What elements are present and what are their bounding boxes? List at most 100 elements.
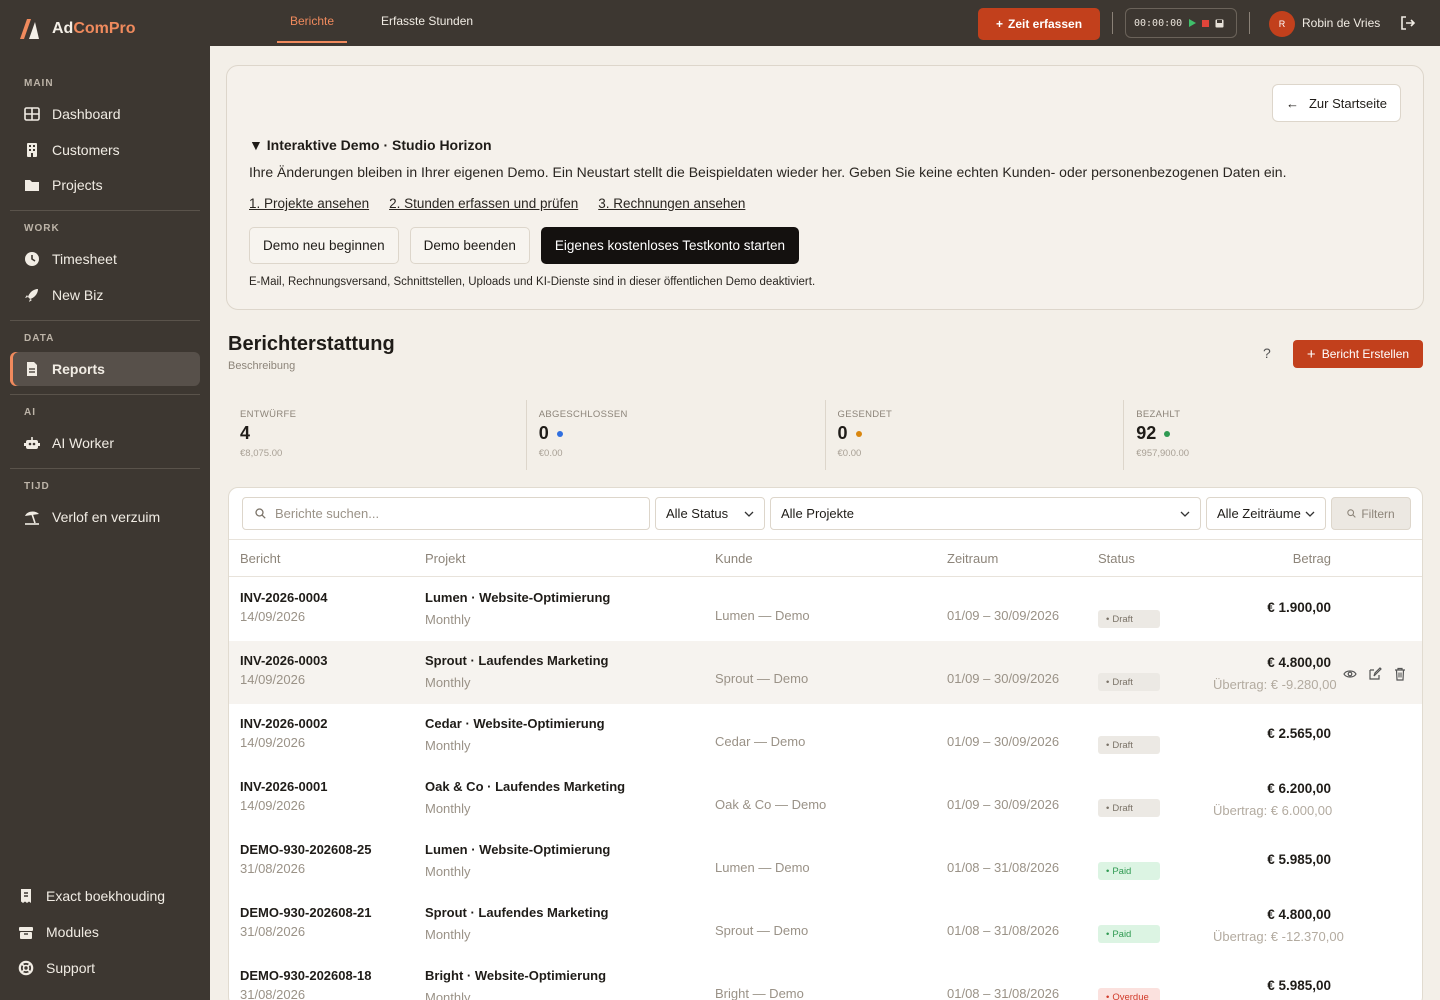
report-amount: € 4.800,00 — [1267, 655, 1331, 670]
status-select[interactable]: Alle Status — [655, 497, 765, 530]
demo-note: E-Mail, Rechnungsversand, Schnittstellen… — [249, 276, 816, 288]
sidebar-item-dashboard[interactable]: Dashboard — [10, 97, 200, 131]
column-header-period[interactable]: Zeitraum — [947, 551, 998, 566]
link-log-hours[interactable]: 2. Stunden erfassen und prüfen — [389, 196, 578, 211]
column-header-project[interactable]: Projekt — [425, 551, 465, 566]
report-id[interactable]: INV-2026-0003 — [240, 653, 327, 668]
column-header-status[interactable]: Status — [1098, 551, 1135, 566]
report-id[interactable]: INV-2026-0001 — [240, 779, 327, 794]
status-badge: • Draft — [1098, 610, 1160, 628]
project-frequency: Monthly — [425, 990, 471, 1000]
end-demo-button[interactable]: Demo beenden — [409, 227, 530, 264]
column-header-report[interactable]: Bericht — [240, 551, 280, 566]
sidebar-item-ai-worker[interactable]: AI Worker — [10, 426, 200, 460]
filter-button-label: Filtern — [1361, 506, 1395, 521]
logout-icon[interactable] — [1400, 15, 1416, 31]
brand[interactable]: AdComPro — [0, 0, 210, 58]
period-select[interactable]: Alle Zeiträume — [1206, 497, 1326, 530]
back-to-start-button[interactable]: ← Zur Startseite — [1271, 84, 1401, 122]
sidebar-divider — [10, 210, 200, 211]
eye-icon[interactable] — [1343, 667, 1357, 681]
report-date: 14/09/2026 — [240, 609, 306, 624]
sidebar-item-new-biz[interactable]: New Biz — [10, 278, 200, 312]
stat-card-bezahlt: BEZAHLT 92 €957,900.00 — [1123, 400, 1422, 470]
log-time-button[interactable]: + Zeit erfassen — [978, 8, 1100, 40]
play-icon[interactable] — [1188, 19, 1197, 27]
filter-button[interactable]: Filtern — [1331, 497, 1411, 530]
table-row[interactable]: INV-2026-0001 14/09/2026 Oak & Co · Lauf… — [229, 767, 1422, 830]
sidebar-divider — [10, 393, 200, 395]
restart-demo-button[interactable]: Demo neu beginnen — [249, 227, 399, 264]
column-header-customer[interactable]: Kunde — [715, 551, 753, 566]
project-name: Bright · Website-Optimierung — [425, 968, 607, 983]
timer-value: 00:00:00 — [1134, 17, 1183, 29]
demo-buttons: Demo neu beginnen Demo beenden Eigenes k… — [249, 227, 800, 264]
sidebar-item-label: Modules — [46, 924, 99, 940]
table-row[interactable]: INV-2026-0004 14/09/2026 Lumen · Website… — [229, 578, 1422, 641]
project-name: Lumen · Website-Optimierung — [425, 590, 611, 605]
search-icon — [1347, 509, 1357, 518]
sidebar-heading: WORK — [24, 223, 60, 234]
project-frequency: Monthly — [425, 927, 471, 942]
sidebar-item-verlof-en-verzuim[interactable]: Verlof en verzuim — [10, 500, 200, 534]
sidebar-item-projects[interactable]: Projects — [10, 168, 200, 202]
report-id[interactable]: INV-2026-0004 — [240, 590, 327, 605]
help-icon[interactable]: ? — [1263, 345, 1271, 361]
tab-erfasste-stunden[interactable]: Erfasste Stunden — [368, 0, 486, 43]
table-row[interactable]: DEMO-930-202608-25 31/08/2026 Lumen · We… — [229, 830, 1422, 893]
status-dot-icon: • — [1106, 613, 1110, 625]
status-dot-icon: • — [1106, 928, 1110, 940]
report-period: 01/09 – 30/09/2026 — [947, 608, 1060, 623]
demo-title[interactable]: ▼ Interaktive Demo · Studio Horizon — [249, 137, 492, 153]
link-view-invoices[interactable]: 3. Rechnungen ansehen — [598, 196, 745, 211]
report-id[interactable]: DEMO-930-202608-25 — [240, 842, 372, 857]
report-period: 01/08 – 31/08/2026 — [947, 860, 1060, 875]
create-report-button[interactable]: + Bericht Erstellen — [1293, 340, 1423, 368]
project-select[interactable]: Alle Projekte — [770, 497, 1201, 530]
plus-icon: + — [995, 17, 1003, 31]
status-badge: • Overdue — [1098, 988, 1160, 1000]
tab-berichte[interactable]: Berichte — [277, 0, 348, 43]
report-id[interactable]: DEMO-930-202608-21 — [240, 905, 372, 920]
sidebar-item-timesheet[interactable]: Timesheet — [10, 242, 200, 276]
sidebar-item-label: Timesheet — [52, 251, 117, 267]
customer-name: Bright — Demo — [715, 986, 804, 1000]
stats-row: ENTWÜRFE 4 €8,075.00 ABGESCHLOSSEN 0 €0.… — [228, 400, 1422, 470]
sidebar-heading: DATA — [24, 332, 55, 344]
sidebar-item-support[interactable]: Support — [0, 950, 210, 986]
project-name: Sprout · Laufendes Marketing — [425, 653, 609, 668]
sidebar-item-customers[interactable]: Customers — [10, 133, 200, 167]
sidebar-item-exact-boekhouding[interactable]: Exact boekhouding — [0, 878, 210, 914]
project-frequency: Monthly — [425, 801, 471, 816]
sidebar-item-label: Dashboard — [52, 106, 121, 122]
report-amount: € 2.565,00 — [1267, 726, 1331, 741]
link-view-projects[interactable]: 1. Projekte ansehen — [249, 196, 369, 211]
user-name[interactable]: Robin de Vries — [1302, 16, 1380, 30]
report-id[interactable]: DEMO-930-202608-18 — [240, 968, 372, 983]
table-row[interactable]: DEMO-930-202608-21 31/08/2026 Sprout · L… — [229, 893, 1422, 956]
status-dot-icon — [1164, 430, 1171, 437]
trash-icon[interactable] — [1393, 667, 1407, 681]
status-dot-icon: • — [1106, 865, 1110, 877]
period-select-value: Alle Zeiträume — [1217, 506, 1301, 521]
stop-icon[interactable] — [1202, 19, 1210, 27]
sidebar-bottom-nav: Exact boekhouding Modules Support — [0, 878, 210, 986]
column-header-amount[interactable]: Betrag — [1293, 551, 1331, 566]
sidebar-item-modules[interactable]: Modules — [0, 914, 210, 950]
demo-description: Ihre Änderungen bleiben in Ihrer eigenen… — [249, 164, 1287, 180]
stat-label: GESENDET — [837, 409, 893, 420]
report-date: 14/09/2026 — [240, 798, 306, 813]
save-icon[interactable] — [1215, 19, 1224, 28]
table-row[interactable]: DEMO-930-202608-18 31/08/2026 Bright · W… — [229, 956, 1422, 1000]
sidebar-item-reports[interactable]: Reports — [10, 351, 200, 386]
edit-icon[interactable] — [1368, 667, 1382, 681]
report-id[interactable]: INV-2026-0002 — [240, 716, 327, 731]
project-name: Cedar · Website-Optimierung — [425, 716, 605, 731]
avatar[interactable]: R — [1269, 11, 1295, 37]
table-row[interactable]: INV-2026-0002 14/09/2026 Cedar · Website… — [229, 704, 1422, 767]
project-name: Sprout · Laufendes Marketing — [425, 905, 609, 920]
table-row[interactable]: INV-2026-0003 14/09/2026 Sprout · Laufen… — [229, 641, 1422, 704]
status-badge-label: Overdue — [1112, 991, 1149, 1000]
start-trial-button[interactable]: Eigenes kostenloses Testkonto starten — [540, 227, 800, 264]
search-input[interactable]: Berichte suchen... — [242, 497, 650, 530]
